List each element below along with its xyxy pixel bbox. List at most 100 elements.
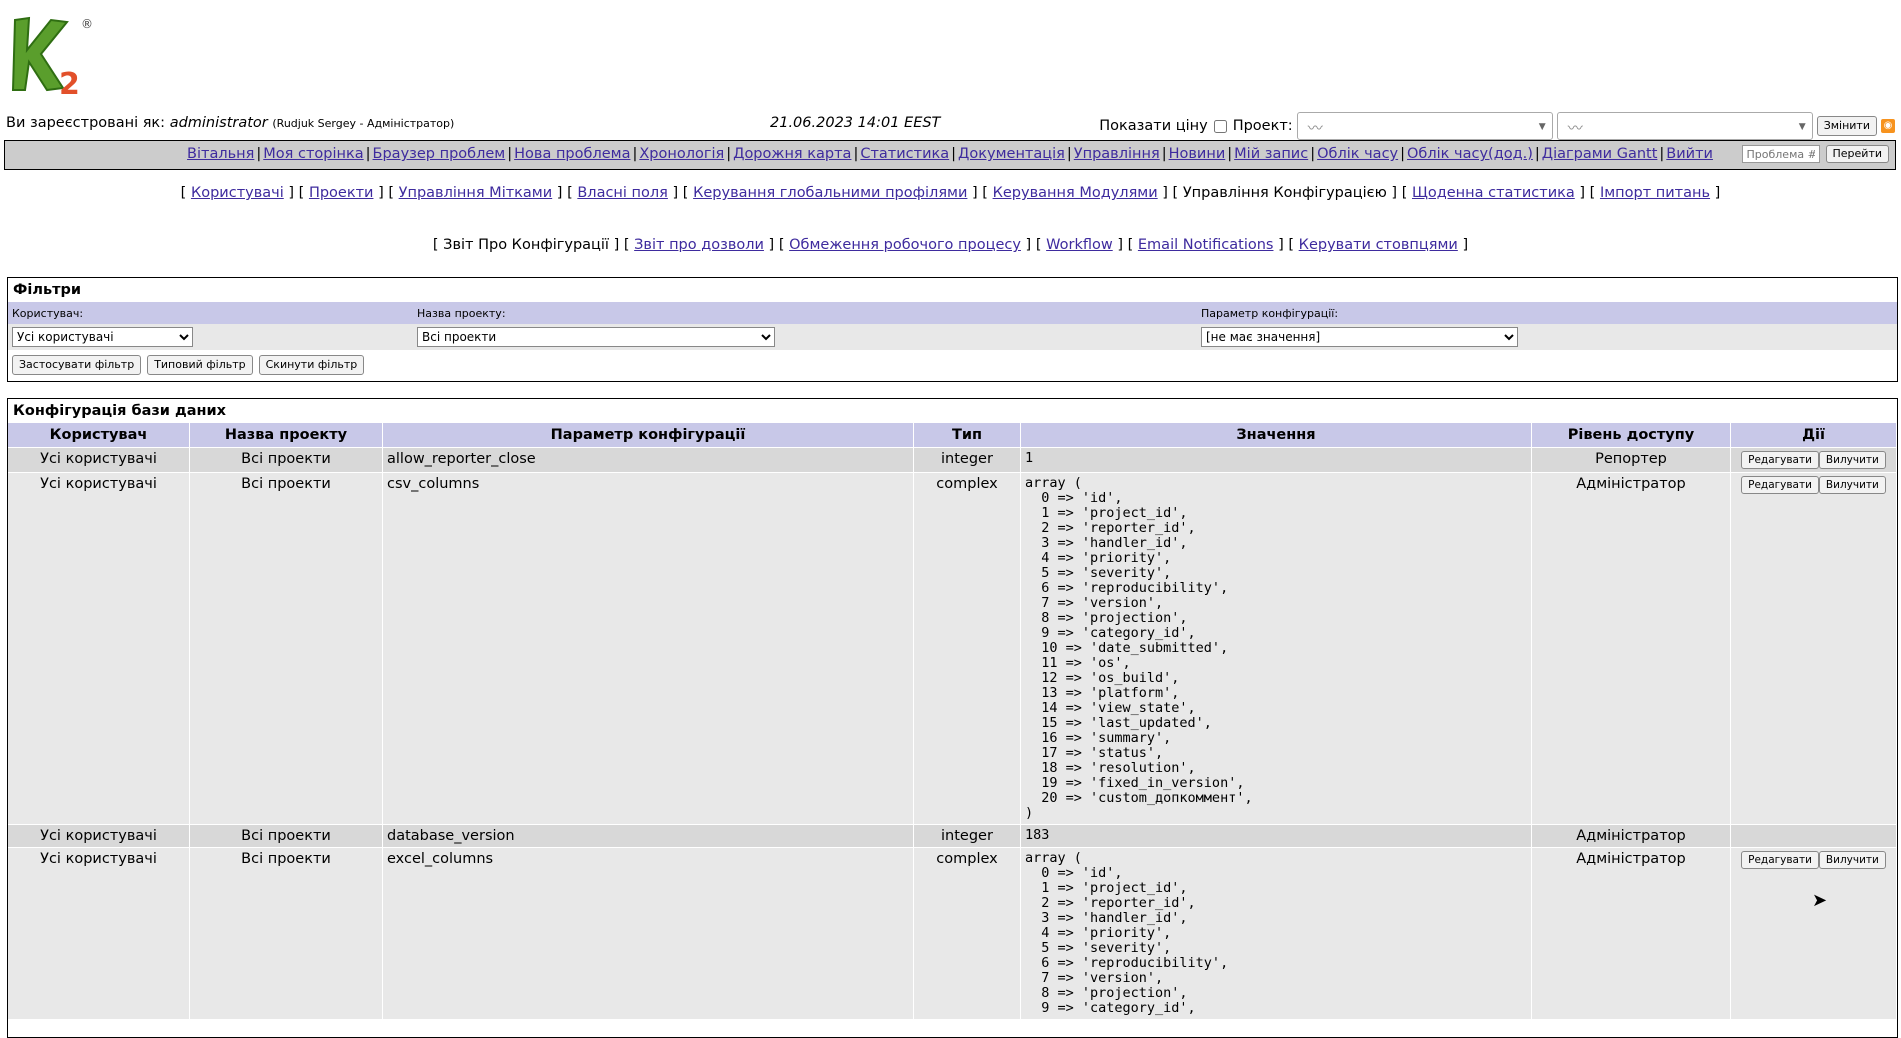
menu-item[interactable]: Управління [1074, 146, 1160, 162]
username: administrator [169, 115, 268, 131]
submenu-link[interactable]: Проекти [309, 185, 374, 201]
menu-item[interactable]: Статистика [860, 146, 949, 162]
edit-button[interactable]: Редагувати [1741, 851, 1819, 869]
menu-item[interactable]: Документація [958, 146, 1065, 162]
menu-item[interactable]: Браузер проблем [373, 146, 506, 162]
delete-button[interactable]: Вилучити [1818, 851, 1886, 869]
submenu-link[interactable]: Керування Модулями [993, 185, 1158, 201]
bracket: ] [1273, 237, 1284, 253]
submenu-link[interactable]: Звіт про дозволи [634, 237, 764, 253]
mouse-cursor-icon: ➤ [1812, 890, 1828, 911]
scribble-icon: 〰 [1307, 119, 1323, 137]
default-filter-button[interactable]: Типовий фільтр [147, 355, 253, 375]
cell-param: csv_columns [382, 472, 914, 825]
table-row: Усі користувачі Всі проекти allow_reporter… [8, 447, 1897, 473]
cell-user: Усі користувачі [8, 847, 190, 1019]
reset-filter-button[interactable]: Скинути фільтр [258, 355, 365, 375]
k2-logo[interactable]: 2 ® [7, 12, 97, 102]
menu-item[interactable]: Діаграми Gantt [1542, 146, 1658, 162]
project-filter-label: Назва проекту: [413, 302, 1197, 324]
cell-type: complex [913, 847, 1021, 1019]
bracket: [ [294, 185, 309, 201]
submenu-link[interactable]: Щоденна статистика [1412, 185, 1575, 201]
login-bar: Ви зареєстровані як: administrator (Rudj… [6, 112, 1895, 140]
submenu-link[interactable]: Власні поля [577, 185, 668, 201]
menu-item[interactable]: Облік часу(дод.) [1407, 146, 1533, 162]
cell-param: database_version [382, 824, 914, 848]
column-header[interactable]: Значення [1020, 423, 1532, 448]
submenu-link[interactable]: Імпорт питань [1600, 185, 1710, 201]
column-header[interactable]: Параметр конфігурації [382, 423, 914, 448]
issue-number-input[interactable] [1741, 145, 1820, 163]
menu-item[interactable]: Вітальня [187, 146, 254, 162]
go-button[interactable]: Перейти [1825, 145, 1889, 163]
menu-separator: | [1227, 146, 1233, 162]
submenu-link[interactable]: Керування глобальними профілями [693, 185, 967, 201]
bracket: [ [1123, 237, 1138, 253]
menu-item[interactable]: Облік часу [1317, 146, 1398, 162]
bracket: ] [1020, 237, 1032, 253]
delete-button[interactable]: Вилучити [1818, 476, 1886, 494]
bracket: [ [1031, 237, 1047, 253]
config-value: array ( 0 => 'id', 1 => 'project_id', 2 … [1025, 475, 1253, 821]
rss-icon[interactable]: ◉ [1881, 119, 1895, 133]
bracket: ] [667, 185, 679, 201]
project-filter-select[interactable]: Всі проекти [417, 327, 775, 347]
menu-item[interactable]: Хронологія [639, 146, 724, 162]
logo-subscript: 2 [59, 67, 80, 96]
menu-item[interactable]: Вийти [1666, 146, 1713, 162]
param-filter-select[interactable]: [не має значення] [1201, 327, 1518, 347]
menu-separator: | [632, 146, 638, 162]
user-filter-select[interactable]: Усі користувачі [12, 327, 193, 347]
show-price-checkbox[interactable] [1213, 119, 1227, 133]
submenu-link[interactable]: Користувачі [191, 185, 284, 201]
cell-value: 183 [1020, 824, 1532, 848]
param-filter-label: Параметр конфігурації: [1197, 302, 1897, 324]
bracket: [ [1167, 185, 1183, 201]
submenu-link[interactable]: Email Notifications [1138, 237, 1274, 253]
bracket: ] [1710, 185, 1721, 201]
cell-project: Всі проекти [189, 824, 383, 848]
submenu-current: Звіт Про Конфігурації [443, 237, 609, 253]
delete-button[interactable]: Вилучити [1818, 451, 1886, 469]
menu-item[interactable]: Нова проблема [514, 146, 630, 162]
menu-item[interactable]: Новини [1169, 146, 1226, 162]
column-header[interactable]: Рівень доступу [1531, 423, 1731, 448]
submenu-link[interactable]: Управління Мітками [399, 185, 553, 201]
cell-param: allow_reporter_close [382, 447, 914, 473]
cell-access: Адміністратор [1531, 824, 1731, 848]
column-header[interactable]: Тип [913, 423, 1021, 448]
cell-access: Репортер [1531, 447, 1731, 473]
config-title: Конфігурація бази даних [13, 403, 227, 419]
user-detail: (Rudjuk Sergey - Адміністратор) [272, 117, 455, 130]
menu-separator: | [1161, 146, 1167, 162]
config-table-header: Користувач Назва проекту Параметр конфігур… [8, 423, 1897, 448]
column-header[interactable]: Користувач [8, 423, 190, 448]
filters-panel: Фільтри Користувач: Назва проекту: Парам… [7, 277, 1898, 382]
submenu-link[interactable]: Обмеження робочого процесу [789, 237, 1021, 253]
config-value: 1 [1025, 450, 1034, 466]
column-header[interactable]: Дії [1730, 423, 1897, 448]
edit-button[interactable]: Редагувати [1741, 476, 1819, 494]
bracket: ] [1386, 185, 1398, 201]
cell-actions: Редагувати Вилучити [1730, 472, 1897, 825]
project-switcher: Показати ціну Проект: 〰 ▼ 〰 ▼ Змінити ◉ [1099, 112, 1895, 140]
menu-item[interactable]: Дорожня карта [733, 146, 851, 162]
submenu-link[interactable]: Workflow [1046, 237, 1113, 253]
show-price-label: Показати ціну [1099, 118, 1208, 134]
submenu-link[interactable]: Керувати стовпцями [1299, 237, 1458, 253]
admin-submenu: [ Користувачі ] [ Проекти ] [ Управління… [0, 185, 1901, 201]
bracket: [ [1283, 237, 1299, 253]
menu-item[interactable]: Мій запис [1234, 146, 1308, 162]
menu-separator: | [853, 146, 859, 162]
edit-button[interactable]: Редагувати [1741, 451, 1819, 469]
menu-item[interactable]: Моя сторінка [263, 146, 363, 162]
subproject-select[interactable]: 〰 ▼ [1556, 112, 1813, 140]
bracket: ] [373, 185, 384, 201]
apply-filter-button[interactable]: Застосувати фільтр [12, 355, 142, 375]
column-header[interactable]: Назва проекту [189, 423, 383, 448]
project-select[interactable]: 〰 ▼ [1296, 112, 1553, 140]
cell-type: integer [913, 447, 1021, 473]
bracket: ] [763, 237, 775, 253]
change-project-button[interactable]: Змінити [1816, 116, 1877, 136]
